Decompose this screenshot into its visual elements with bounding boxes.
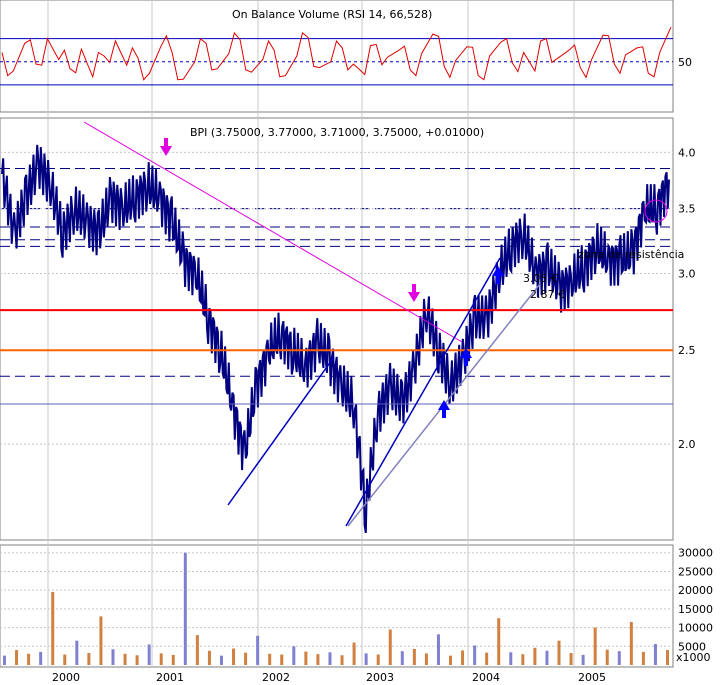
x-tick-label: 2002: [262, 671, 290, 684]
volume-bar: [244, 652, 248, 665]
volume-bar: [87, 653, 91, 665]
volume-bar: [473, 645, 477, 665]
volume-bar: [509, 652, 513, 665]
volume-bar: [605, 649, 609, 665]
price-panel: [0, 117, 674, 541]
main-title: BPI (3.75000, 3.77000, 3.71000, 3.75000,…: [190, 126, 484, 139]
price-tick-label: 2.0: [678, 438, 696, 451]
volume-bar: [280, 654, 284, 665]
price-annotation-2: 2.87 €: [530, 288, 565, 301]
x-tick-label: 2001: [156, 671, 184, 684]
volume-tick-label: 25000: [678, 565, 713, 578]
volume-bar: [183, 552, 187, 665]
volume-bar: [436, 634, 440, 665]
volume-bar: [171, 654, 175, 665]
price-tick-label: 4.0: [678, 146, 696, 159]
x-tick-label: 2005: [578, 671, 606, 684]
volume-bar: [63, 654, 67, 665]
volume-bar: [581, 654, 585, 665]
volume-bar: [99, 616, 103, 665]
volume-bar: [412, 648, 416, 665]
volume-tick-label: 10000: [678, 622, 713, 635]
volume-bar: [207, 650, 211, 665]
stock-chart: 2000 2001 2002 2003 2004 2005 50 2.0 2.5 3.0 3.5 4.…: [0, 0, 713, 684]
x-tick-label: 2000: [52, 671, 80, 684]
volume-bar: [376, 654, 380, 665]
volume-bar: [135, 655, 139, 665]
price-tick-label: 3.0: [678, 267, 696, 280]
volume-bar: [75, 640, 79, 665]
price-annotation-1: 3.05 €: [523, 272, 558, 285]
volume-bar: [232, 648, 236, 665]
volume-bar: [629, 621, 633, 665]
volume-bar: [304, 651, 308, 665]
rsi-tick-label: 50: [678, 56, 692, 69]
volume-bar: [424, 653, 428, 665]
x-tick-label: 2003: [366, 671, 394, 684]
volume-bar: [497, 618, 501, 665]
rsi-title: On Balance Volume (RSI 14, 66,528): [232, 8, 432, 21]
volume-bar: [15, 650, 19, 665]
volume-bar: [328, 652, 332, 665]
volume-bar: [485, 652, 489, 665]
volume-bar: [268, 653, 272, 665]
volume-bar: [39, 651, 43, 665]
price-tick-label: 3.5: [678, 203, 696, 216]
price-tick-label: 2.5: [678, 344, 696, 357]
volume-bar: [219, 655, 223, 665]
zone-annotation: zona de resistência: [578, 248, 684, 261]
volume-bar: [666, 650, 669, 665]
volume-bar: [352, 642, 356, 665]
volume-bar: [449, 655, 453, 665]
volume-bar: [111, 649, 115, 665]
x-tick-label: 2004: [472, 671, 500, 684]
volume-bar: [51, 592, 55, 665]
volume-bar: [461, 650, 465, 665]
volume-bar: [147, 644, 151, 665]
volume-bar: [545, 650, 549, 665]
volume-bar: [256, 635, 260, 665]
volume-bar: [316, 654, 320, 665]
volume-bar: [400, 651, 404, 665]
volume-bar: [123, 653, 127, 665]
volume-bar: [195, 635, 199, 665]
volume-bar: [653, 644, 657, 665]
volume-unit-label: x1000: [676, 651, 711, 664]
volume-bar: [533, 647, 537, 665]
volume-bar: [617, 651, 621, 665]
volume-bar: [641, 651, 645, 665]
volume-bar: [569, 653, 573, 665]
volume-tick-label: 20000: [678, 584, 713, 597]
volume-bar: [557, 640, 561, 665]
volume-bar: [292, 646, 296, 665]
volume-bar: [593, 627, 597, 665]
volume-bar: [340, 655, 344, 665]
volume-bar: [364, 653, 368, 665]
volume-bar: [159, 653, 163, 665]
volume-bar: [388, 629, 392, 665]
volume-bar: [27, 653, 31, 665]
volume-tick-label: 15000: [678, 603, 713, 616]
volume-bar: [521, 654, 525, 665]
volume-tick-label: 30000: [678, 547, 713, 560]
volume-bar: [3, 655, 6, 665]
